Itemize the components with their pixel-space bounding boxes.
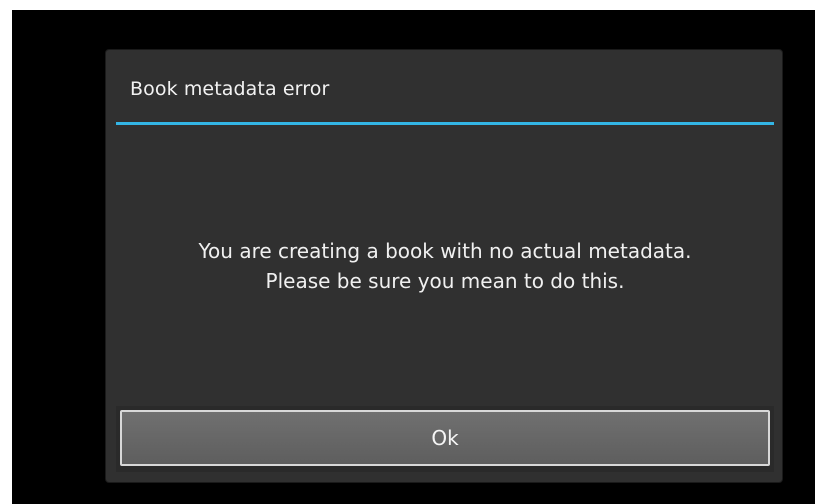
- dialog-message: You are creating a book with no actual m…: [116, 236, 774, 296]
- ok-button[interactable]: Ok: [120, 410, 770, 466]
- dialog-message-line-1: You are creating a book with no actual m…: [198, 239, 692, 263]
- metadata-error-dialog: Book metadata error You are creating a b…: [106, 50, 782, 482]
- dialog-button-bar: Ok: [116, 406, 774, 472]
- title-divider: [116, 122, 774, 125]
- device-screen: Book metadata error You are creating a b…: [12, 10, 815, 504]
- dialog-message-line-2: Please be sure you mean to do this.: [265, 269, 625, 293]
- dialog-title: Book metadata error: [130, 78, 330, 100]
